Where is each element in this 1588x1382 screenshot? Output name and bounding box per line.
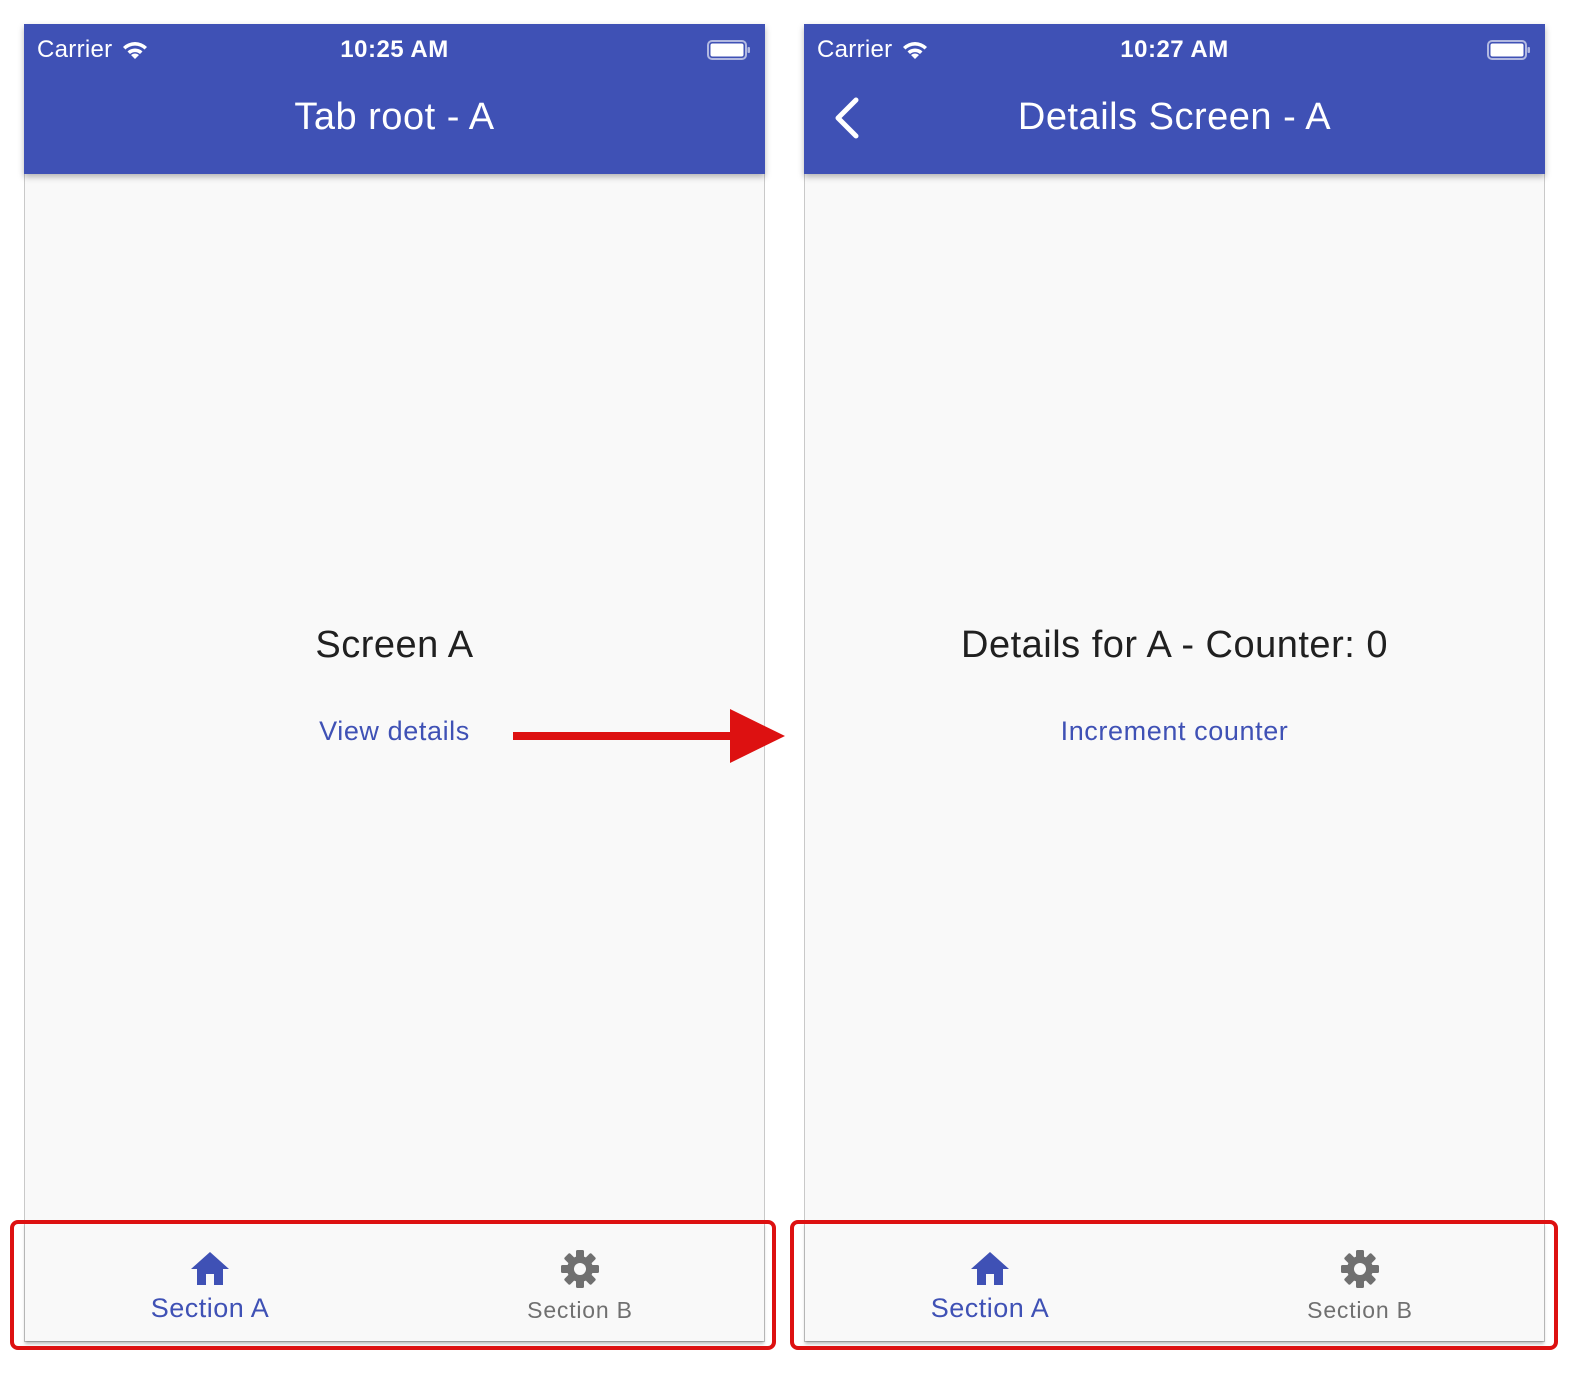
status-bar: Carrier 10:25 AM bbox=[24, 30, 765, 70]
bottom-navigation: Section A Section B bbox=[25, 1222, 764, 1341]
gear-icon bbox=[1341, 1250, 1379, 1288]
phone-screen-left: Carrier 10:25 AM Tab root - A Screen A V… bbox=[24, 24, 765, 1342]
app-bar: Carrier 10:27 AM Details Screen - A bbox=[804, 24, 1545, 174]
status-time: 10:25 AM bbox=[340, 36, 449, 63]
app-bar: Carrier 10:25 AM Tab root - A bbox=[24, 24, 765, 174]
home-icon bbox=[971, 1252, 1009, 1285]
comparison-canvas: Carrier 10:25 AM Tab root - A Screen A V… bbox=[0, 0, 1588, 1382]
tab-section-b[interactable]: Section B bbox=[1175, 1223, 1545, 1341]
transition-arrow-icon bbox=[513, 709, 785, 763]
status-time: 10:27 AM bbox=[1120, 36, 1229, 63]
app-bar-title-row: Details Screen - A bbox=[804, 92, 1545, 144]
page-title: Details Screen - A bbox=[1017, 96, 1332, 138]
phone-screen-right: Carrier 10:27 AM Details Screen - A Deta… bbox=[804, 24, 1545, 1342]
tab-section-a[interactable]: Section A bbox=[805, 1223, 1175, 1341]
gear-icon bbox=[561, 1250, 599, 1288]
bottom-navigation: Section A Section B bbox=[805, 1222, 1544, 1341]
battery-icon bbox=[707, 40, 750, 60]
tab-section-a-label: Section A bbox=[150, 1293, 270, 1323]
battery-icon bbox=[1487, 40, 1530, 60]
page-title: Tab root - A bbox=[294, 96, 495, 138]
tab-section-b[interactable]: Section B bbox=[395, 1223, 765, 1341]
tab-section-a-label: Section A bbox=[930, 1293, 1050, 1323]
increment-counter-button[interactable]: Increment counter bbox=[805, 716, 1544, 747]
app-bar-title-row: Tab root - A bbox=[24, 92, 765, 144]
tab-section-b-label: Section B bbox=[527, 1297, 633, 1323]
screen-label: Screen A bbox=[315, 624, 474, 666]
details-counter-label: Details for A - Counter: 0 bbox=[961, 624, 1388, 666]
tab-section-b-label: Section B bbox=[1307, 1297, 1413, 1323]
status-bar: Carrier 10:27 AM bbox=[804, 30, 1545, 70]
home-icon bbox=[191, 1252, 229, 1285]
tab-section-a[interactable]: Section A bbox=[25, 1223, 395, 1341]
